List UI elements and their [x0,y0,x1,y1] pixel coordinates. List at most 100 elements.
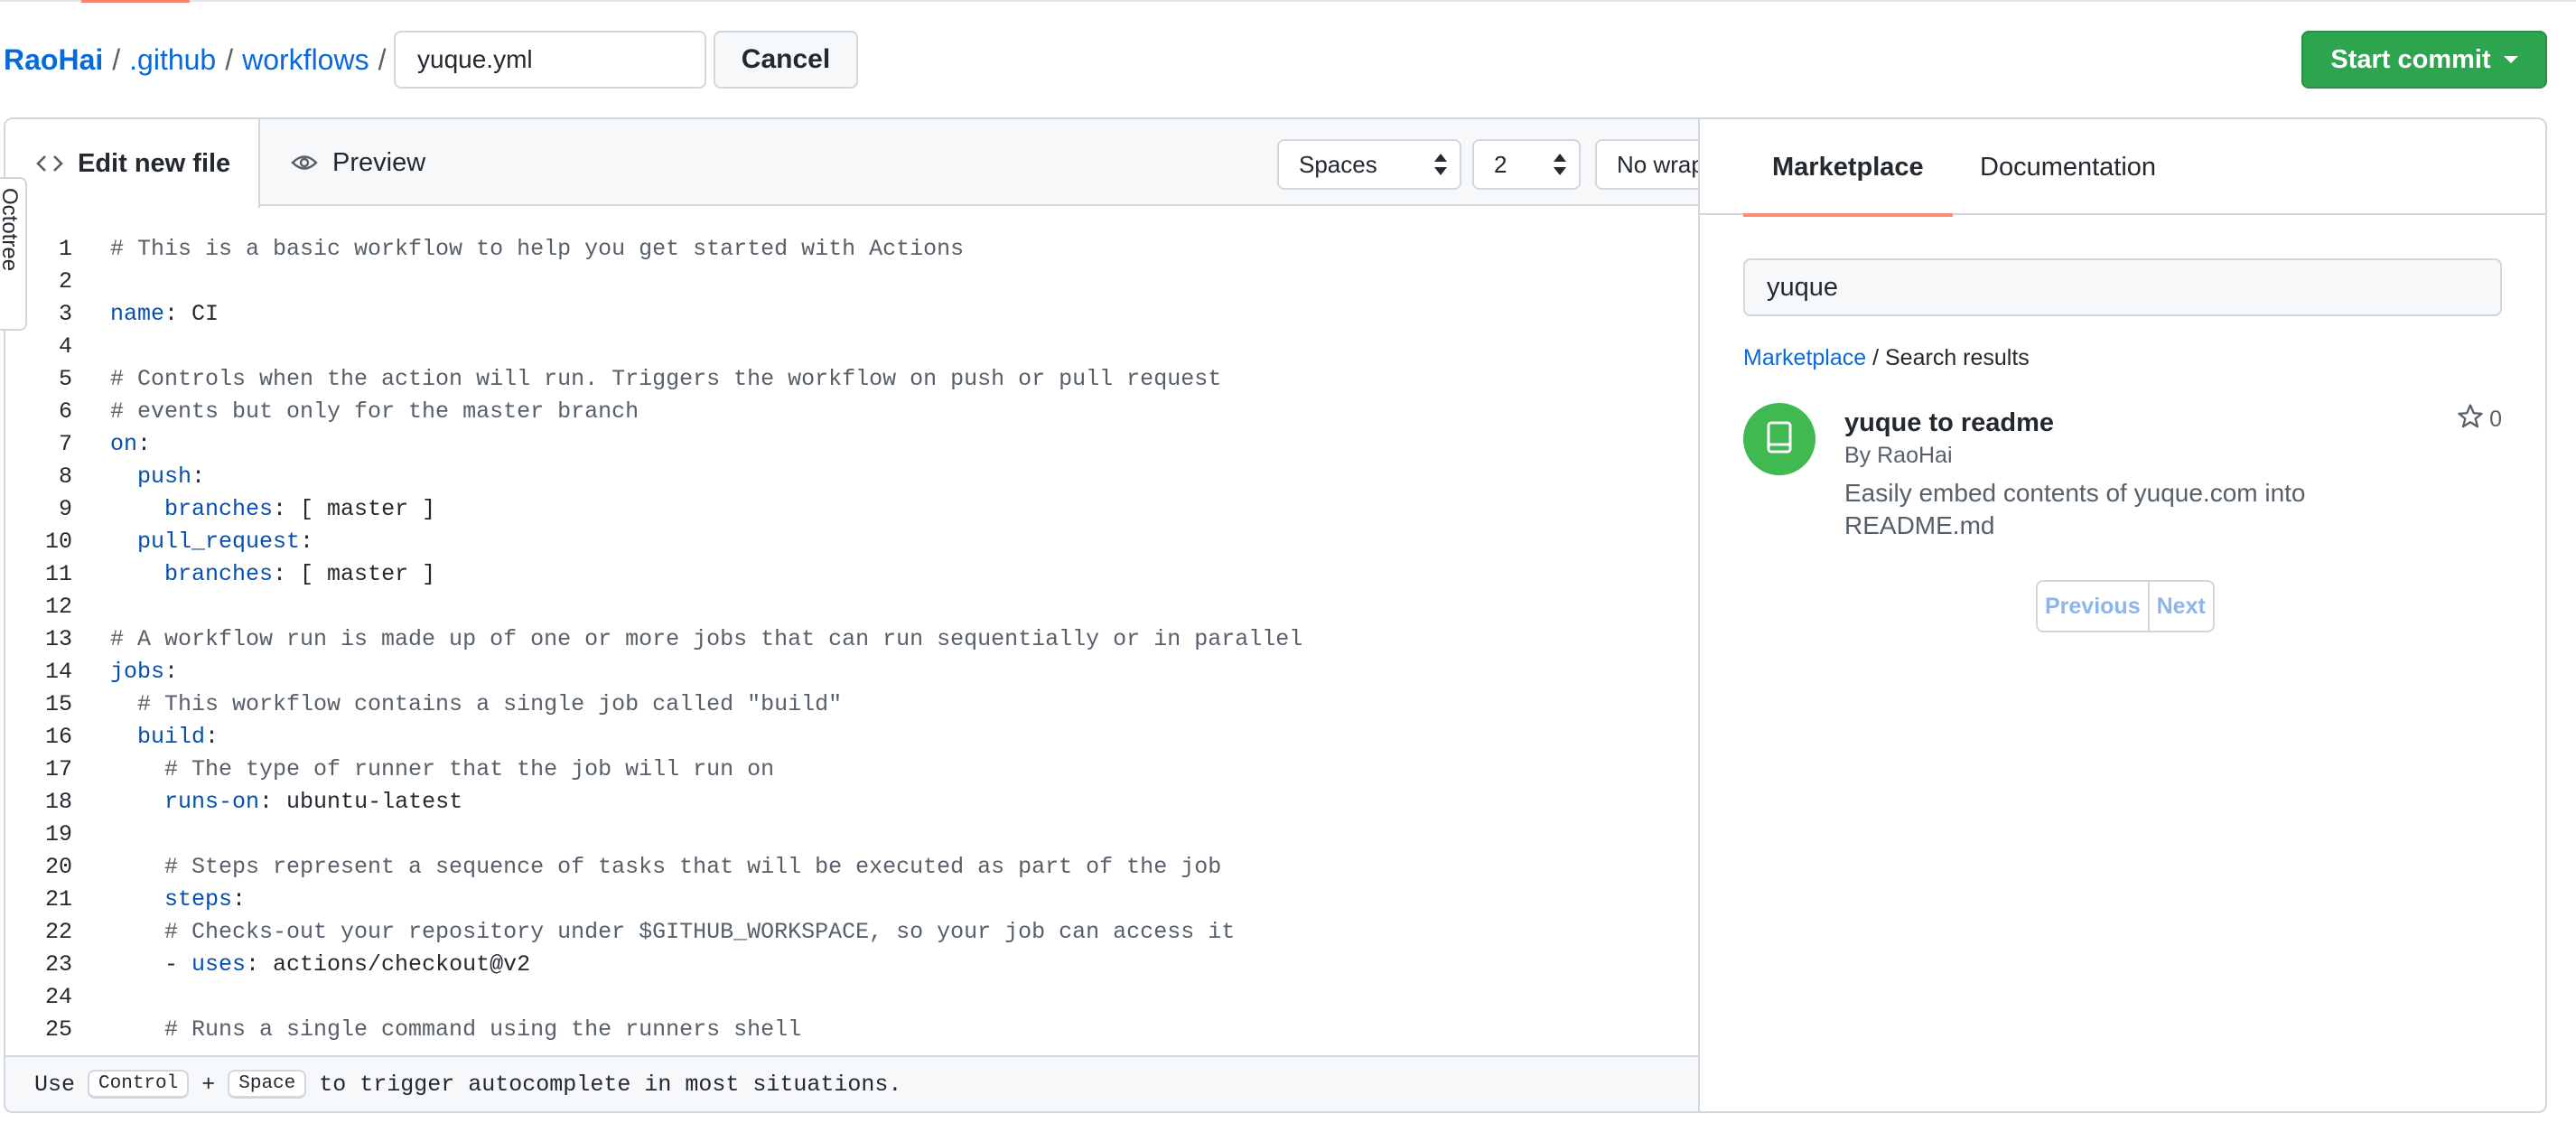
tab-marketplace[interactable]: Marketplace [1743,119,1953,217]
breadcrumb-owner[interactable]: RaoHai [4,43,103,77]
code-line: 3 name: CI [5,298,1700,331]
yaml-key: steps [164,886,233,913]
line-content: on: [110,428,151,461]
code-comment: # The type of runner that the job will r… [110,756,775,782]
yaml-key: branches [164,496,274,522]
breadcrumb-workflows[interactable]: workflows [242,43,369,77]
tab-preview-label: Preview [332,147,426,177]
breadcrumb-github[interactable]: .github [129,43,216,77]
marketplace-result-item[interactable]: yuque to readme By RaoHai Easily embed c… [1743,403,2502,539]
star-icon [2457,403,2484,436]
code-line: 8 push: [5,461,1700,493]
line-content: branches: [ master ] [110,558,435,591]
code-text: : actions/checkout@v2 [246,951,531,978]
hint-text: to trigger autocomplete in most situatio… [319,1071,902,1098]
breadcrumb-separator: / [378,42,387,76]
line-content: # Controls when the action will run. Tri… [110,363,1221,396]
breadcrumb-separator: / [112,42,121,76]
code-line: 13 # A workflow run is made up of one or … [5,623,1700,656]
code-text: : [232,886,247,913]
marketplace-search-input[interactable] [1743,258,2502,316]
yaml-key: jobs [110,659,165,685]
line-content: jobs: [110,656,178,688]
start-commit-label: Start commit [2330,44,2491,74]
code-text: : [164,659,179,685]
code-icon [36,154,63,173]
code-text: : [191,463,206,490]
filename-input[interactable] [394,31,706,89]
code-comment: # This workflow contains a single job ca… [110,691,843,717]
tab-edit-new-file[interactable]: Edit new file [5,119,260,208]
cancel-button[interactable]: Cancel [714,31,858,89]
yaml-key: pull_request [137,529,301,555]
start-commit-button[interactable]: Start commit [2301,31,2547,89]
marketplace-sidebar: Marketplace Documentation Marketplace / … [1698,117,2547,1113]
line-content: # This workflow contains a single job ca… [110,688,842,721]
indent-mode-value: Spaces [1299,150,1377,178]
code-comment: # events but only for the master branch [110,398,639,425]
code-text: : [205,724,219,750]
tab-preview[interactable]: Preview [291,119,425,206]
line-content: # events but only for the master branch [110,396,639,428]
line-content: pull_request: [110,526,313,558]
line-content: - uses: actions/checkout@v2 [110,949,530,981]
indent-size-value: 2 [1494,150,1507,178]
line-number: 15 [44,691,72,717]
line-number: 11 [44,561,72,587]
code-editor-panel: Edit new file Preview Spaces 2 No wrap 1… [4,117,1700,1113]
book-icon [1765,421,1794,458]
code-comment: # Checks-out your repository under $GITH… [110,919,1236,945]
wrap-mode-value: No wrap [1617,150,1700,178]
results-crumb-rest: / Search results [1866,345,2030,370]
select-arrows-icon [1434,152,1447,177]
tab-documentation[interactable]: Documentation [1980,119,2156,215]
code-line: 15 # This workflow contains a single job… [5,688,1700,721]
line-number: 5 [58,366,72,392]
line-number: 10 [44,529,72,555]
yaml-key: uses [191,951,247,978]
yaml-key: name [110,301,165,327]
line-number: 23 [44,951,72,978]
line-number: 13 [44,626,72,652]
code-line: 5 # Controls when the action will run. Tr… [5,363,1700,396]
code-area[interactable]: 1 # This is a basic workflow to help you … [5,208,1700,1055]
result-title[interactable]: yuque to readme [1844,408,2054,438]
line-content: # A workflow run is made up of one or mo… [110,623,1302,656]
breadcrumb-separator: / [225,42,234,76]
line-content: push: [110,461,205,493]
indent-size-select[interactable]: 2 [1472,139,1581,190]
results-breadcrumb: Marketplace / Search results [1743,345,2030,371]
pagination: Previous Next [2036,580,2215,632]
previous-button[interactable]: Previous [2038,582,2150,631]
next-button[interactable]: Next [2150,582,2213,631]
line-content: # Runs a single command using the runner… [110,1014,801,1046]
code-line: 24 [5,981,1700,1014]
editor-toolbar: Edit new file Preview Spaces 2 No wrap [5,119,1700,208]
octotree-toggle[interactable]: Octotree [0,177,27,331]
code-text: : [137,431,152,457]
line-content: runs-on: ubuntu-latest [110,786,462,819]
line-content: branches: [ master ] [110,493,435,526]
indent-mode-select[interactable]: Spaces [1277,139,1461,190]
code-line: 20 # Steps represent a sequence of tasks… [5,851,1700,884]
code-line: 10 pull_request: [5,526,1700,558]
code-text: : ubuntu-latest [259,789,463,815]
tab-edit-label: Edit new file [78,148,231,178]
top-border [0,0,2576,3]
line-number: 18 [44,789,72,815]
yaml-key: on [110,431,138,457]
line-content: name: CI [110,298,219,331]
results-marketplace-link[interactable]: Marketplace [1743,345,1866,370]
code-line: 16 build: [5,721,1700,754]
code-line: 18 runs-on: ubuntu-latest [5,786,1700,819]
result-stars: 0 [2457,403,2502,436]
avatar [1743,403,1815,475]
wrap-mode-select[interactable]: No wrap [1595,139,1700,190]
line-number: 14 [44,659,72,685]
code-line: 21 steps: [5,884,1700,916]
octotree-label: Octotree [0,188,22,272]
